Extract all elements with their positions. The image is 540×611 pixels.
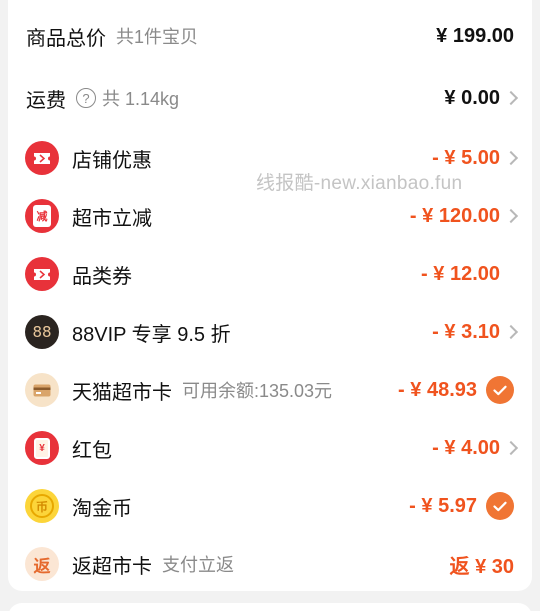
card-balance: 可用余额:135.03元	[182, 381, 333, 401]
shipping-row[interactable]: 运费 ? 共 1.14kg ¥ 0.00	[8, 69, 532, 127]
rebate-value: 返 ¥ 30	[449, 555, 514, 578]
discount-value: - ¥ 5.00	[432, 146, 500, 169]
ticket-icon	[25, 141, 59, 175]
discount-value: - ¥ 120.00	[409, 204, 500, 227]
discount-value: - ¥ 5.97	[409, 494, 477, 517]
chevron-right-icon	[503, 150, 519, 166]
total-price: ¥ 199.00	[436, 24, 514, 47]
checkmark-icon[interactable]	[486, 376, 514, 404]
discount-row-market[interactable]: 减 超市立减 - ¥ 120.00	[8, 187, 532, 245]
discount-row-category: 品类券 - ¥ 12.00	[8, 245, 532, 303]
discount-tag-glyph: 减	[33, 205, 51, 227]
shipping-weight: 共 1.14kg	[102, 89, 180, 109]
ticket-icon	[25, 257, 59, 291]
chevron-right-icon	[503, 324, 519, 340]
watermark: 线报酷-new.xianbao.fun	[256, 173, 463, 194]
rebate-glyph: 返	[33, 556, 51, 576]
coin-glyph: 币	[30, 494, 54, 518]
discount-label: 天猫超市卡	[72, 381, 172, 404]
shipping-price: ¥ 0.00	[444, 86, 500, 109]
discount-label: 品类券	[72, 265, 132, 288]
help-icon[interactable]: ?	[76, 88, 96, 108]
vip88-icon: 88	[25, 315, 59, 349]
discount-label: 店铺优惠	[72, 149, 152, 172]
discount-label: 超市立减	[72, 207, 152, 230]
chevron-right-icon	[503, 208, 519, 224]
coin-icon: 币	[25, 489, 59, 523]
total-label: 商品总价	[26, 27, 106, 50]
discount-value: - ¥ 48.93	[398, 378, 477, 401]
total-row: 商品总价 共1件宝贝 ¥ 199.00	[8, 7, 532, 65]
rebate-row: 返 返超市卡 支付立返 返 ¥ 30	[8, 535, 532, 593]
discount-label: 88VIP 专享 9.5 折	[72, 323, 231, 346]
discount-tag-icon: 减	[25, 199, 59, 233]
discount-label: 淘金币	[72, 497, 132, 520]
card-icon	[25, 373, 59, 407]
discount-row-red-envelope[interactable]: ¥ 红包 - ¥ 4.00	[8, 419, 532, 477]
discount-value: - ¥ 12.00	[421, 262, 500, 285]
red-envelope-icon: ¥	[25, 431, 59, 465]
discount-label: 红包	[72, 439, 112, 462]
rebate-note: 支付立返	[162, 555, 234, 575]
discount-row-88vip[interactable]: 88 88VIP 专享 9.5 折 - ¥ 3.10	[8, 303, 532, 361]
discount-value: - ¥ 3.10	[432, 320, 500, 343]
rebate-icon: 返	[25, 547, 59, 581]
discount-row-tmall-card[interactable]: 天猫超市卡 可用余额:135.03元 - ¥ 48.93	[8, 361, 532, 419]
total-count: 共1件宝贝	[116, 27, 199, 47]
chevron-right-icon	[503, 440, 519, 456]
shipping-label: 运费	[26, 89, 66, 112]
discount-value: - ¥ 4.00	[432, 436, 500, 459]
discount-row-coins[interactable]: 币 淘金币 - ¥ 5.97	[8, 477, 532, 535]
vip88-glyph: 88	[32, 323, 52, 341]
checkmark-icon[interactable]	[486, 492, 514, 520]
next-card	[8, 603, 532, 611]
red-envelope-glyph: ¥	[34, 437, 50, 459]
rebate-label: 返超市卡	[72, 555, 152, 578]
chevron-right-icon	[503, 90, 519, 106]
